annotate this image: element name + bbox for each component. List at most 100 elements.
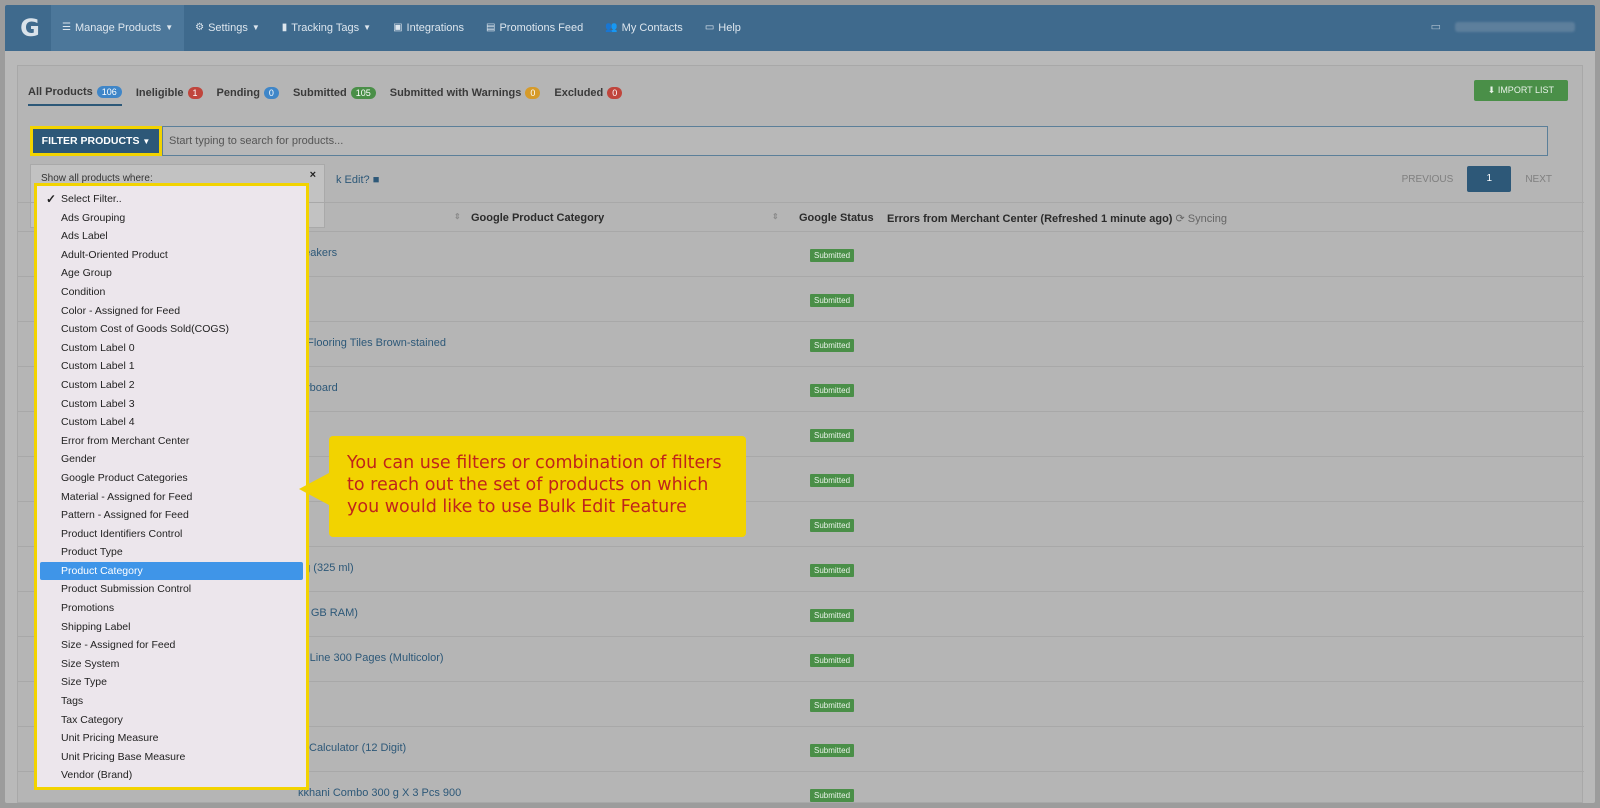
filter-option-label: Age Group xyxy=(61,267,112,280)
filter-option[interactable]: Product Submission Control xyxy=(37,580,306,599)
nav-item-my-contacts[interactable]: 👥 My Contacts xyxy=(594,5,694,51)
filter-option[interactable]: Ads Label xyxy=(37,227,306,246)
nav-item-settings[interactable]: ⚙ Settings ▼ xyxy=(184,5,271,51)
filter-option[interactable]: Material - Assigned for Feed xyxy=(37,488,306,507)
filter-option[interactable]: Adult-Oriented Product xyxy=(37,246,306,265)
caret-down-icon: ▼ xyxy=(165,23,174,32)
top-navbar: G ☰ Manage Products ▼ ⚙ Settings ▼ ▮ Tracking T… xyxy=(5,5,1595,51)
filter-option[interactable]: Product Identifiers Control xyxy=(37,525,306,544)
list-icon: ☰ xyxy=(62,22,71,33)
product-title-link[interactable]: kkhani Combo 300 g X 3 Pcs 900 xyxy=(298,787,461,799)
sort-icon[interactable]: ⇕ xyxy=(454,212,461,221)
comment-icon: ▭ xyxy=(704,22,715,33)
filter-option-label: Tax Category xyxy=(61,713,123,726)
filter-option[interactable]: ✓ Select Filter.. xyxy=(37,190,306,209)
sort-icon[interactable]: ⇕ xyxy=(772,212,779,221)
user-menu[interactable] xyxy=(1455,21,1575,32)
filter-option[interactable]: Google Product Categories xyxy=(37,469,306,488)
filter-option[interactable]: Custom Label 1 xyxy=(37,357,306,376)
filter-option[interactable]: Tax Category xyxy=(37,711,306,730)
tab-label: Excluded xyxy=(554,87,604,99)
status-tabs: All Products 106 Ineligible 1 Pending 0 Submit… xyxy=(28,86,623,106)
filter-option[interactable]: Color - Assigned for Feed xyxy=(37,302,306,321)
product-title-link[interactable]: g Flooring Tiles Brown-stained xyxy=(298,337,446,349)
nav-item-manage-products[interactable]: ☰ Manage Products ▼ xyxy=(51,5,185,51)
app-logo[interactable]: G xyxy=(17,15,43,41)
filter-option[interactable]: Promotions xyxy=(37,599,306,618)
filter-select-dropdown[interactable]: ✓ Select Filter.. Ads Grouping Ads Label Adu… xyxy=(34,183,309,790)
filter-option[interactable]: Custom Label 0 xyxy=(37,339,306,358)
filter-option[interactable]: Gender xyxy=(37,450,306,469)
status-badge: Submitted xyxy=(810,744,855,757)
filter-option-label: Condition xyxy=(61,285,106,298)
filter-option[interactable]: Size Type xyxy=(37,673,306,692)
filter-option[interactable]: Condition xyxy=(37,283,306,302)
bulk-edit-link[interactable]: k Edit? ■ xyxy=(336,174,379,186)
filter-option[interactable]: Ads Grouping xyxy=(37,209,306,228)
tab-label: All Products xyxy=(28,86,93,98)
filter-option[interactable]: Custom Label 2 xyxy=(37,376,306,395)
filter-option[interactable]: Custom Label 4 xyxy=(37,413,306,432)
column-google-product-category[interactable]: Google Product Category xyxy=(471,212,604,224)
gear-icon: ⚙ xyxy=(195,22,205,33)
next-page-button[interactable]: NEXT xyxy=(1525,174,1552,185)
nav-item-tracking-tags[interactable]: ▮ Tracking Tags ▼ xyxy=(271,5,382,51)
close-icon[interactable]: × xyxy=(310,169,316,181)
tab-excluded[interactable]: Excluded 0 xyxy=(554,86,623,106)
pagination: PREVIOUS 1 NEXT xyxy=(1402,166,1552,192)
product-search-input[interactable]: Start typing to search for products... xyxy=(162,126,1548,156)
app-window: G ☰ Manage Products ▼ ⚙ Settings ▼ ▮ Tracking T… xyxy=(5,5,1595,803)
column-google-status: Google Status xyxy=(799,212,874,224)
product-title-link[interactable]: ic Calculator (12 Digit) xyxy=(298,742,406,754)
id-card-icon[interactable]: ▭ xyxy=(1431,20,1441,33)
download-icon: ⬇ xyxy=(1487,85,1498,95)
filter-option[interactable]: Vendor (Brand) xyxy=(37,766,306,785)
count-badge: 0 xyxy=(607,87,623,99)
filter-option[interactable]: Tags xyxy=(37,692,306,711)
filter-option-label: Custom Label 0 xyxy=(61,341,135,354)
filter-options-list: ✓ Select Filter.. Ads Grouping Ads Label Adu… xyxy=(37,190,306,785)
tab-pending[interactable]: Pending 0 xyxy=(217,86,279,106)
filter-option-label: Custom Label 2 xyxy=(61,378,135,391)
filter-option-label: Pattern - Assigned for Feed xyxy=(61,509,189,522)
filter-option[interactable]: Size - Assigned for Feed xyxy=(37,636,306,655)
filter-option[interactable]: Shipping Label xyxy=(37,618,306,637)
count-badge: 106 xyxy=(96,86,122,98)
status-badge: Submitted xyxy=(810,294,855,307)
filter-option-label: Product Type xyxy=(61,546,123,559)
nav-item-label: Settings xyxy=(208,22,248,34)
filter-option-label: Ads Label xyxy=(61,230,108,243)
filter-option[interactable]: Pattern - Assigned for Feed xyxy=(37,506,306,525)
nav-item-promotions-feed[interactable]: ▤ Promotions Feed xyxy=(475,5,594,51)
count-badge: 0 xyxy=(525,87,541,99)
status-badge: Submitted xyxy=(810,609,855,622)
filter-option-label: Custom Cost of Goods Sold(COGS) xyxy=(61,323,230,336)
filter-option[interactable]: Product Type xyxy=(37,543,306,562)
filter-option[interactable]: Age Group xyxy=(37,264,306,283)
product-title-link[interactable]: le Line 300 Pages (Multicolor) xyxy=(298,652,444,664)
tab-submitted[interactable]: Submitted 105 xyxy=(293,86,376,106)
filter-option[interactable]: Unit Pricing Measure xyxy=(37,729,306,748)
tab-all-products[interactable]: All Products 106 xyxy=(28,86,122,106)
tab-ineligible[interactable]: Ineligible 1 xyxy=(136,86,203,106)
previous-page-button[interactable]: PREVIOUS xyxy=(1402,174,1454,185)
status-badge: Submitted xyxy=(810,339,855,352)
filter-option[interactable]: Error from Merchant Center xyxy=(37,432,306,451)
filter-option[interactable]: Unit Pricing Base Measure xyxy=(37,748,306,767)
filter-products-button[interactable]: FILTER PRODUCTS ▼ xyxy=(30,126,162,156)
filter-option[interactable]: Size System xyxy=(37,655,306,674)
caret-down-icon: ▼ xyxy=(142,137,151,146)
caret-down-icon: ▼ xyxy=(251,23,260,32)
filter-option-label: Custom Label 3 xyxy=(61,397,135,410)
filter-option-label: Ads Grouping xyxy=(61,211,126,224)
import-list-button[interactable]: ⬇ IMPORT LIST xyxy=(1473,80,1568,101)
filter-option[interactable]: Product Category xyxy=(40,561,303,581)
filter-option[interactable]: Custom Cost of Goods Sold(COGS) xyxy=(37,320,306,339)
nav-item-help[interactable]: ▭ Help xyxy=(694,5,752,51)
filter-option[interactable]: Custom Label 3 xyxy=(37,395,306,414)
contacts-icon: 👥 xyxy=(605,22,618,33)
tab-submitted-with-warnings[interactable]: Submitted with Warnings 0 xyxy=(390,86,541,106)
current-page-button[interactable]: 1 xyxy=(1467,166,1512,192)
nav-item-integrations[interactable]: ▣ Integrations xyxy=(382,5,475,51)
tab-label: Pending xyxy=(216,87,260,99)
